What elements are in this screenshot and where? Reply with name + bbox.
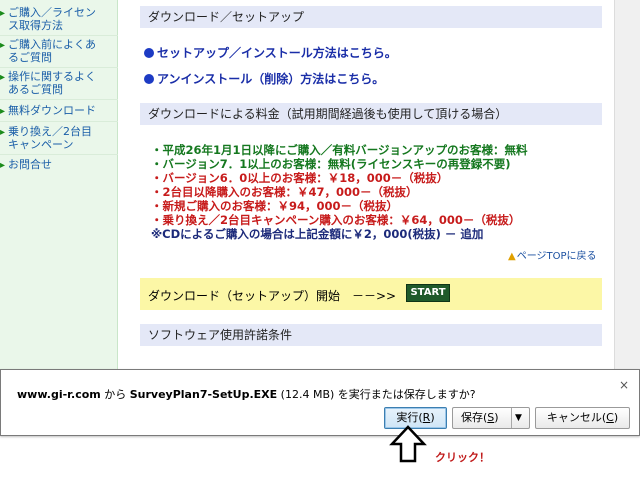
sidebar-bullet-icon: ▸ (0, 8, 6, 19)
up-arrow-icon (389, 425, 427, 463)
sidebar-bullet-icon: ▸ (0, 106, 6, 117)
license-section-header: ソフトウェア使用許諾条件 (140, 324, 602, 346)
download-filename: SurveyPlan7-SetUp.EXE (129, 388, 278, 401)
download-notification-bar: www.gi-r.com から SurveyPlan7-SetUp.EXE (1… (0, 369, 640, 436)
save-split-divider (511, 408, 512, 428)
click-annotation-label: クリック！ (435, 451, 490, 464)
close-icon[interactable]: × (619, 378, 629, 392)
download-start-text: ダウンロード（セットアップ）開始 －－>> (148, 289, 397, 303)
save-button-label: 保存( (461, 411, 488, 424)
sidebar-item-operation-faq[interactable]: ▸ 操作に関するよく あるご質問 (0, 70, 116, 96)
save-button-key: S (487, 411, 495, 424)
warning-triangle-icon: ▲ (508, 251, 516, 262)
save-button-text: 保存(S) (461, 411, 499, 424)
sidebar-item-label: 操作に関するよく あるご質問 (8, 70, 96, 96)
price-line-free-upgrade: ・平成26年1月1日以降にご購入／有料バージョンアップのお客様：無料 (151, 143, 528, 157)
run-button-label: 実行( (396, 411, 423, 424)
sidebar-divider (0, 35, 118, 36)
price-line-second-unit: ・2台目以降購入のお客様：￥47，000－（税抜） (151, 185, 418, 199)
bullet-dot-icon (144, 48, 154, 58)
page-top-link[interactable]: ▲ページTOPに戻る (508, 247, 597, 262)
sidebar-divider (0, 121, 118, 122)
sidebar-item-label: お問合せ (8, 158, 52, 171)
start-button[interactable]: START (406, 284, 450, 302)
download-start-band: ダウンロード（セットアップ）開始 －－>> START (140, 278, 602, 310)
sidebar-divider (0, 67, 118, 68)
sidebar-item-free-download[interactable]: ▸ 無料ダウンロード (0, 104, 116, 117)
sidebar-item-label: 乗り換え／2台目 キャンペーン (8, 125, 92, 151)
sidebar-bullet-icon: ▸ (0, 127, 6, 138)
save-button[interactable]: 保存(S) ▼ (452, 407, 530, 429)
uninstall-link[interactable]: アンインストール（削除）方法はこちら。 (144, 70, 384, 87)
price-line-campaign: ・乗り換え／2台目キャンペーン購入のお客様：￥64，000－（税抜） (151, 213, 521, 227)
sidebar-item-label: 無料ダウンロード (8, 104, 96, 117)
cancel-button[interactable]: キャンセル(C) (535, 407, 630, 429)
setup-section-header: ダウンロード／セットアップ (140, 6, 602, 28)
page-top-link-text: ページTOPに戻る (516, 251, 597, 262)
cancel-button-key: C (606, 411, 614, 424)
chevron-down-icon[interactable]: ▼ (515, 408, 522, 428)
price-line-v60: ・バージョン6．0以上のお客様：￥18，000－（税抜） (151, 171, 449, 185)
download-from-text: から (100, 388, 130, 401)
download-prompt-message: www.gi-r.com から SurveyPlan7-SetUp.EXE (1… (17, 386, 476, 402)
sidebar-item-label: ご購入／ライセン ス取得方法 (8, 6, 96, 32)
sidebar-divider (0, 154, 118, 155)
sidebar-item-presale-faq[interactable]: ▸ ご購入前によくあ るご質問 (0, 38, 116, 64)
download-site: www.gi-r.com (17, 388, 101, 401)
cancel-button-label: キャンセル( (546, 411, 607, 424)
sidebar-item-contact[interactable]: ▸ お問合せ (0, 158, 116, 171)
sidebar-bullet-icon: ▸ (0, 40, 6, 51)
sidebar-item-purchase-license[interactable]: ▸ ご購入／ライセン ス取得方法 (0, 6, 116, 32)
sidebar-item-switch-campaign[interactable]: ▸ 乗り換え／2台目 キャンペーン (0, 125, 116, 151)
price-line-new-purchase: ・新規ご購入のお客様：￥94，000－（税抜） (151, 199, 399, 213)
install-link[interactable]: セットアップ／インストール方法はこちら。 (144, 44, 397, 61)
download-size-text: (12.4 MB) を実行または保存しますか? (277, 388, 476, 401)
sidebar-item-label: ご購入前によくあ るご質問 (8, 38, 96, 64)
sidebar-divider (0, 99, 118, 100)
price-line-v71: ・バージョン7．1以上のお客様：無料(ライセンスキーの再登録不要) (151, 157, 511, 171)
run-button-key: R (422, 411, 431, 424)
install-link-text: セットアップ／インストール方法はこちら。 (157, 46, 397, 60)
uninstall-link-text: アンインストール（削除）方法はこちら。 (157, 72, 385, 86)
sidebar-bullet-icon: ▸ (0, 160, 6, 171)
bullet-dot-icon (144, 74, 154, 84)
price-line-cd-note: ※CDによるご購入の場合は上記金額に￥2，000(税抜) － 追加 (151, 227, 484, 241)
sidebar-bullet-icon: ▸ (0, 72, 6, 83)
price-section-header: ダウンロードによる料金（試用期間経過後も使用して頂ける場合） (140, 103, 602, 125)
